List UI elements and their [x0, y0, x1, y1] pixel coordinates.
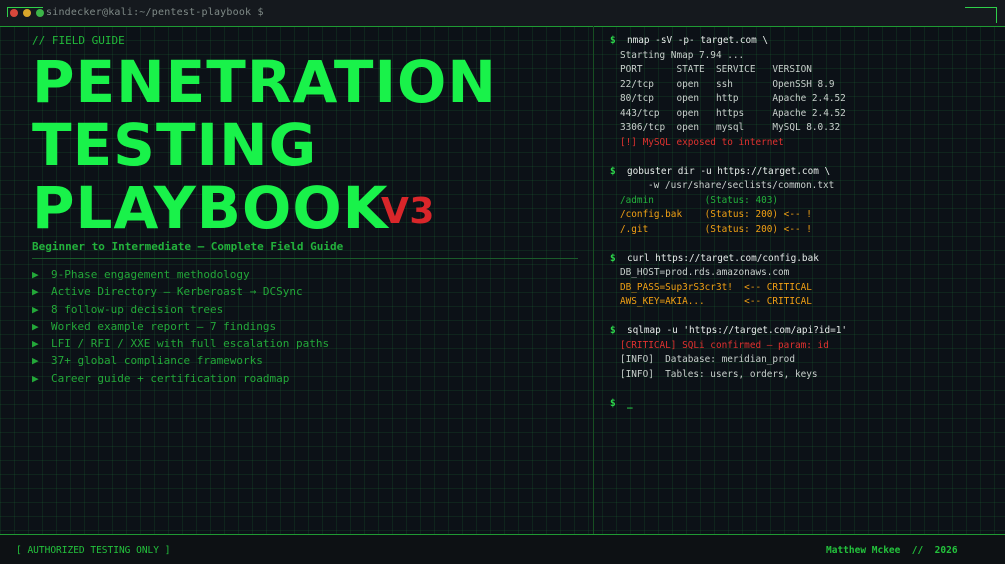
play-arrow-icon: ▶ [32, 319, 39, 333]
play-arrow-icon: ▶ [32, 268, 39, 281]
output-line: 22/tcp open ssh OpenSSH 8.9 [620, 78, 835, 90]
command-text: nmap -sV -p- target.com \ [626, 35, 769, 46]
prompt-symbol: $ [610, 165, 616, 177]
output-line: [INFO] Tables: users, orders, keys [620, 368, 818, 380]
play-arrow-icon: ▶ [32, 285, 39, 299]
output-line: Starting Nmap 7.94 ... [620, 49, 745, 61]
minimize-window-icon[interactable] [23, 9, 31, 17]
list-item: ▶ Worked example report — 7 findings [32, 320, 329, 337]
list-item: ▶ 9-Phase engagement methodology [32, 268, 329, 285]
command-text: curl https://target.com/config.bak [626, 252, 819, 264]
output-line: DB_HOST=prod.rds.amazonaws.com [620, 267, 790, 278]
warning-line: AWS_KEY=AKIA... <-- CRITICAL [620, 296, 812, 307]
terminal-output: $ nmap -sV -p- target.com \ Starting Nma… [610, 34, 1000, 411]
footer-credit: Matthew Mckee // 2026 [826, 545, 958, 556]
output-line: PORT STATE SERVICE VERSION [620, 64, 812, 75]
command-continuation: -w /usr/share/seclists/common.txt [648, 180, 835, 191]
output-line: 443/tcp open https Apache 2.4.52 [620, 107, 846, 119]
command-text: gobuster dir -u https://target.com \ [626, 165, 831, 177]
output-line: /admin (Status: 403) [620, 194, 779, 206]
play-arrow-icon: ▶ [32, 302, 39, 316]
close-window-icon[interactable] [10, 9, 18, 17]
title-line-1: PENETRATION [32, 48, 497, 116]
nmap-command: $ nmap -sV -p- target.com \ [610, 34, 1000, 49]
play-arrow-icon: ▶ [32, 371, 39, 385]
command-text: sqlmap -u 'https://target.com/api?id=1' [626, 325, 848, 336]
window-title: sindecker@kali:~/pentest-playbook $ [46, 7, 264, 18]
feature-text: 9-Phase engagement methodology [51, 268, 250, 281]
feature-list: ▶ 9-Phase engagement methodology ▶ Active … [32, 268, 329, 389]
subtitle: Beginner to Intermediate — Complete Fiel… [32, 240, 344, 253]
footer-bar: [ AUTHORIZED TESTING ONLY ] Matthew Mcke… [0, 534, 1005, 564]
feature-text: Active Directory — Kerberoast → DCSync [51, 285, 303, 299]
prompt-symbol: $ [610, 252, 616, 264]
warning-line: /.git (Status: 200) <-- ! [620, 223, 812, 235]
footer-notice: [ AUTHORIZED TESTING ONLY ] [16, 545, 171, 556]
corner-bracket-icon [965, 7, 997, 8]
output-line: 80/tcp open http Apache 2.4.52 [620, 93, 846, 104]
title-line-2: TESTING [32, 111, 318, 179]
alert-line: [CRITICAL] SQLi confirmed — param: id [620, 339, 829, 351]
feature-text: Worked example report — 7 findings [51, 319, 277, 333]
sqlmap-command: $ sqlmap -u 'https://target.com/api?id=1… [610, 324, 1000, 339]
warning-line: DB_PASS=Sup3rS3cr3t! <-- CRITICAL [620, 281, 812, 293]
list-item: ▶ Career guide + certification roadmap [32, 372, 329, 389]
corner-bracket-icon [7, 7, 43, 8]
curl-command: $ curl https://target.com/config.bak [610, 252, 1000, 267]
divider [32, 258, 578, 259]
gobuster-command: $ gobuster dir -u https://target.com \ [610, 165, 1000, 180]
active-prompt[interactable]: $ _ [610, 397, 1000, 412]
list-item: ▶ LFI / RFI / XXE with full escalation pa… [32, 337, 329, 354]
alert-line: [!] MySQL exposed to internet [620, 136, 784, 148]
maximize-window-icon[interactable] [36, 9, 44, 17]
list-item: ▶ Active Directory — Kerberoast → DCSync [32, 285, 329, 302]
list-item: ▶ 8 follow-up decision trees [32, 303, 329, 320]
feature-text: 8 follow-up decision trees [51, 302, 224, 316]
output-line: 3306/tcp open mysql MySQL 8.0.32 [620, 122, 841, 133]
warning-line: /config.bak (Status: 200) <-- ! [620, 209, 812, 220]
window-titlebar: sindecker@kali:~/pentest-playbook $ [0, 0, 1005, 27]
panel-separator [593, 26, 594, 534]
corner-bracket-icon [996, 7, 997, 23]
version-badge: V3 [381, 191, 435, 232]
feature-text: Career guide + certification roadmap [51, 371, 290, 385]
play-arrow-icon: ▶ [32, 337, 39, 351]
corner-bracket-icon [7, 7, 8, 17]
cursor: _ [626, 397, 633, 409]
prompt-symbol: $ [610, 397, 616, 409]
feature-text: 37+ global compliance frameworks [51, 354, 263, 368]
prompt-symbol: $ [610, 325, 616, 336]
play-arrow-icon: ▶ [32, 354, 39, 368]
prompt-symbol: $ [610, 35, 616, 46]
title-line-3: PLAYBOOK [32, 174, 389, 242]
feature-text: LFI / RFI / XXE with full escalation pat… [51, 337, 330, 351]
eyebrow-label: // FIELD GUIDE [32, 34, 125, 47]
output-line: [INFO] Database: meridian_prod [620, 354, 795, 365]
list-item: ▶ 37+ global compliance frameworks [32, 354, 329, 371]
